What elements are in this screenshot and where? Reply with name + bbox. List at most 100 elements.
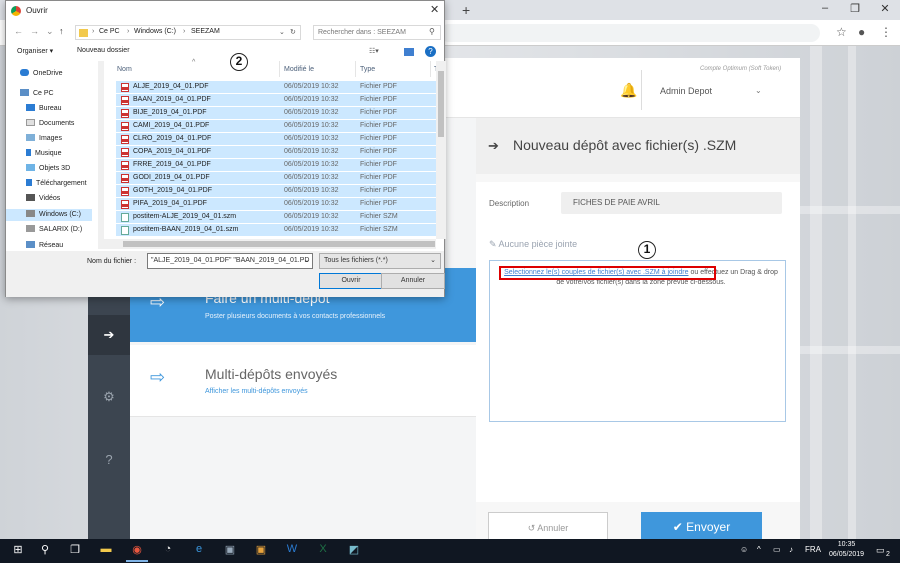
nav-item-bureau[interactable]: Bureau (26, 104, 62, 112)
edge-icon[interactable]: e (190, 543, 208, 559)
windows-start-icon[interactable]: ⊞ (9, 543, 27, 559)
sign-in-icon: ➔ (488, 138, 499, 153)
preview-pane-icon[interactable] (404, 48, 414, 56)
file-type: Fichier PDF (360, 200, 397, 207)
chevron-down-icon[interactable]: ⌄ (304, 256, 310, 264)
dialog-cancel-button[interactable]: Annuler (381, 273, 445, 289)
description-field[interactable]: FICHES DE PAIE AVRIL (561, 192, 782, 214)
file-row[interactable]: CAMI_2019_04_01.PDF 06/05/2019 10:32 Fichi… (116, 120, 436, 132)
file-row[interactable]: BIJE_2019_04_01.PDF 06/05/2019 10:32 Fichi… (116, 107, 436, 119)
horizontal-scroll-thumb[interactable] (123, 241, 435, 247)
close-icon[interactable]: ✕ (430, 3, 439, 16)
file-row[interactable]: COPA_2019_04_01.PDF 06/05/2019 10:32 Fichi… (116, 146, 436, 158)
chevron-down-icon[interactable]: ⌄ (755, 86, 762, 95)
gear-icon[interactable]: ⚙ (88, 389, 130, 405)
file-row[interactable]: postitem-BAAN_2019_04_01.szm 06/05/2019 1… (116, 224, 436, 236)
minimize-button[interactable]: – (810, 2, 840, 14)
clock-app-icon[interactable]: ◔ (159, 543, 177, 559)
app-icon[interactable]: ▣ (221, 543, 239, 559)
language-indicator[interactable]: FRA (805, 545, 821, 554)
path-segment-windows[interactable]: Windows (C:) (134, 28, 176, 35)
app-icon[interactable]: ◩ (345, 543, 363, 559)
path-separator: › (127, 28, 130, 35)
nav-item-salarix-d[interactable]: SALARIX (D:) (26, 225, 82, 233)
maximize-button[interactable]: ❐ (840, 2, 870, 15)
column-header-type[interactable]: Type (360, 66, 375, 73)
word-icon[interactable]: W (283, 543, 301, 559)
notifications-icon[interactable]: ▭ (876, 545, 885, 556)
chevron-down-icon[interactable]: ⌄ (279, 28, 285, 36)
network-icon[interactable]: ▭ (773, 545, 781, 554)
file-row[interactable]: postitem-ALJE_2019_04_01.szm 06/05/2019 1… (116, 211, 436, 223)
back-icon[interactable]: ← (14, 26, 23, 36)
up-icon[interactable]: ↑ (59, 26, 64, 36)
column-header-name[interactable]: Nom (117, 66, 132, 73)
vertical-scroll-thumb[interactable] (438, 71, 444, 137)
menu-icon[interactable]: ⋮ (880, 25, 892, 39)
column-header-date[interactable]: Modifié le (284, 66, 314, 73)
nav-item-documents[interactable]: Documents (26, 119, 74, 127)
nav-item-telechargement[interactable]: Téléchargement (26, 179, 87, 187)
nav-item-reseau[interactable]: Réseau (26, 241, 63, 249)
file-type-select[interactable]: Tous les fichiers (*.*) ⌄ (319, 253, 441, 269)
close-window-button[interactable]: ✕ (870, 2, 900, 15)
new-folder-button[interactable]: Nouveau dossier (77, 47, 130, 54)
send-button[interactable]: ✔ Envoyer (641, 512, 762, 542)
nav-item-label: Images (39, 135, 62, 142)
sign-in-icon[interactable]: ➔ (88, 327, 130, 343)
chrome-icon[interactable]: ◉ (128, 543, 146, 559)
nav-item-musique[interactable]: Musique (26, 149, 61, 157)
volume-icon[interactable]: ♪ (789, 545, 793, 554)
forward-icon[interactable]: → (30, 26, 39, 36)
filename-input[interactable]: "ALJE_2019_04_01.PDF" "BAAN_2019_04_01.P… (147, 253, 313, 269)
view-options-icon[interactable]: ☷▾ (369, 47, 379, 55)
help-icon[interactable]: ? (88, 452, 130, 467)
file-row[interactable]: ALJE_2019_04_01.PDF 06/05/2019 10:32 Fichi… (116, 81, 436, 93)
address-path[interactable]: › Ce PC › Windows (C:) › SEEZAM ⌄ ↻ (75, 25, 301, 40)
column-separator[interactable] (355, 61, 356, 77)
nav-item-objets-3d[interactable]: Objets 3D (26, 164, 70, 172)
file-row[interactable]: GODI_2019_04_01.PDF 06/05/2019 10:32 Fichi… (116, 172, 436, 184)
column-separator[interactable] (279, 61, 280, 77)
open-button[interactable]: Ouvrir (319, 273, 383, 289)
refresh-icon[interactable]: ↻ (290, 28, 296, 36)
taskbar-clock[interactable]: 10:35 06/05/2019 (829, 540, 864, 560)
sent-items-icon: ⇨ (150, 367, 166, 387)
nav-item-videos[interactable]: Vidéos (26, 194, 60, 202)
column-separator[interactable] (430, 61, 431, 77)
search-icon[interactable]: ⚲ (36, 543, 54, 559)
file-row[interactable]: FRRE_2019_04_01.PDF 06/05/2019 10:32 Fichi… (116, 159, 436, 171)
excel-icon[interactable]: X (314, 543, 332, 559)
file-explorer-icon[interactable]: ▬ (97, 543, 115, 559)
file-row[interactable]: CLRO_2019_04_01.PDF 06/05/2019 10:32 Fichi… (116, 133, 436, 145)
file-row[interactable]: GOTH_2019_04_01.PDF 06/05/2019 10:32 Fichi… (116, 185, 436, 197)
file-date: 06/05/2019 10:32 (284, 187, 339, 194)
chevron-up-icon[interactable]: ^ (757, 545, 761, 554)
account-icon[interactable]: ● (858, 25, 865, 39)
nav-item-windows-c[interactable]: Windows (C:) (26, 210, 81, 218)
bell-icon[interactable]: 🔔 (620, 82, 637, 99)
url-field[interactable] (440, 24, 820, 42)
file-row[interactable]: PIFA_2019_04_01.PDF 06/05/2019 10:32 Fichi… (116, 198, 436, 210)
search-input[interactable]: Rechercher dans : SEEZAM (313, 25, 441, 40)
nav-item-label: Windows (C:) (39, 211, 82, 218)
path-segment-seezam[interactable]: SEEZAM (191, 28, 220, 35)
help-icon[interactable]: ? (425, 46, 436, 57)
task-view-icon[interactable]: ❐ (66, 543, 84, 559)
nav-item-ce-pc[interactable]: Ce PC (20, 89, 54, 97)
new-tab-button[interactable]: + (462, 2, 470, 18)
nav-scrollbar[interactable] (98, 61, 104, 249)
file-date: 06/05/2019 10:32 (284, 122, 339, 129)
people-icon[interactable]: ☺ (740, 545, 748, 554)
nav-item-images[interactable]: Images (26, 134, 62, 142)
path-segment-ce-pc[interactable]: Ce PC (99, 28, 120, 35)
organize-menu[interactable]: Organiser ▾ (17, 47, 53, 55)
cancel-button[interactable]: ↺ Annuler (488, 512, 608, 542)
nav-item-label: Documents (39, 120, 75, 127)
file-row[interactable]: BAAN_2019_04_01.PDF 06/05/2019 10:32 Fichi… (116, 94, 436, 106)
nav-item-onedrive[interactable]: OneDrive (20, 69, 63, 77)
chevron-down-icon[interactable]: ⌄ (46, 26, 54, 37)
star-icon[interactable]: ☆ (836, 25, 847, 39)
user-name[interactable]: Admin Depot (660, 86, 712, 96)
app-icon[interactable]: ▣ (252, 543, 270, 559)
